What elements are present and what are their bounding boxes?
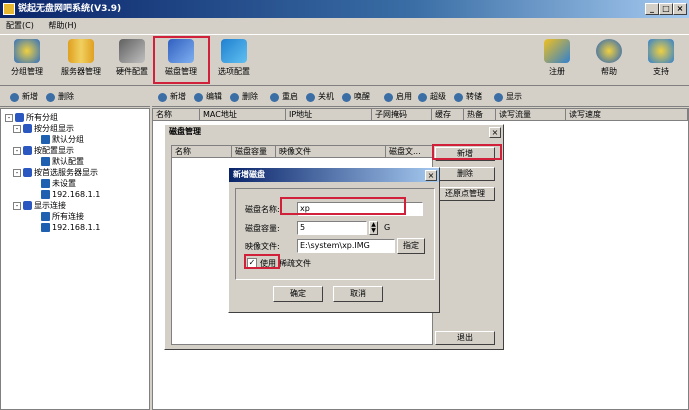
group-icon: [23, 124, 32, 133]
tree-leaf[interactable]: 默认配置: [41, 156, 84, 167]
toolbar-hardware-config[interactable]: 硬件配置: [112, 35, 152, 85]
hardware-icon: [119, 39, 145, 63]
image-file-input[interactable]: E:\system\xp.IMG: [297, 239, 395, 253]
enable-button[interactable]: 启用: [384, 87, 412, 107]
menu-help[interactable]: 帮助(H): [42, 18, 82, 34]
menu-config[interactable]: 配置(C): [0, 18, 40, 34]
sparse-label: 使用: [260, 259, 276, 268]
disk-col-header[interactable]: 磁盘文...: [386, 146, 434, 158]
new-disk-dialog: 新增磁盘 × 磁盘名称: xp 磁盘容量: 5 ▲ ▼ G 映像文件: E:\sy…: [228, 167, 440, 313]
dump-button[interactable]: 转储: [454, 87, 482, 107]
disk-size-input[interactable]: 5: [297, 221, 367, 235]
monitor-icon: [41, 212, 50, 221]
monitor-icon: [41, 190, 50, 199]
group-tree-panel: - 所有分组 - 按分组显示 默认分组 - 按配置显示 默认配置 - 按首选服务器显示 …: [0, 108, 150, 410]
right-edit-button[interactable]: 编辑: [194, 87, 222, 107]
toolbar-register[interactable]: 注册: [540, 35, 574, 85]
monitor-icon: [41, 179, 50, 188]
monitor-icon: [41, 135, 50, 144]
maximize-button[interactable]: □: [659, 3, 673, 15]
app-icon: [3, 3, 15, 15]
menu-bar: 配置(C) 帮助(H): [0, 18, 689, 34]
main-toolbar: 分组管理 服务器管理 硬件配置 磁盘管理 选项配置 注册 帮助 支持: [0, 34, 689, 86]
browse-button[interactable]: 指定: [397, 238, 425, 254]
tree-leaf[interactable]: 所有连接: [41, 211, 84, 222]
group-icon: [23, 201, 32, 210]
toolbar-help[interactable]: 帮助: [592, 35, 626, 85]
group-icon: [14, 39, 40, 63]
disk-add-button[interactable]: 新增: [435, 147, 495, 161]
window-title: 锐起无盘网吧系统(V3.9): [18, 4, 122, 14]
toolbar-disk-manage[interactable]: 磁盘管理: [158, 35, 204, 85]
disk-name-input[interactable]: xp: [297, 202, 423, 216]
window-title-bar: 锐起无盘网吧系统(V3.9): [0, 0, 689, 18]
minimize-button[interactable]: _: [645, 3, 659, 15]
toolbar-server-manage[interactable]: 服务器管理: [56, 35, 106, 85]
left-delete-button[interactable]: 删除: [46, 87, 74, 107]
ok-button[interactable]: 确定: [273, 286, 323, 302]
disk-dialog-close-button[interactable]: ×: [489, 127, 501, 138]
size-unit: G: [384, 223, 391, 232]
disk-size-label: 磁盘容量:: [245, 224, 280, 233]
col-header[interactable]: 热备: [464, 109, 496, 121]
disk-icon: [168, 39, 194, 63]
tree-node-config[interactable]: - 按配置显示: [13, 145, 74, 156]
cancel-button[interactable]: 取消: [333, 286, 383, 302]
col-header[interactable]: 读写速度: [566, 109, 688, 121]
disk-col-header[interactable]: 名称: [172, 146, 232, 158]
toolbar-support[interactable]: 支持: [644, 35, 678, 85]
new-disk-close-button[interactable]: ×: [425, 170, 437, 181]
toolbar-group-manage[interactable]: 分组管理: [6, 35, 48, 85]
right-action-bar: 新增 编辑 删除 重启 关机 唤醒 启用 超级 转储 显示: [152, 87, 689, 107]
sparse-checkbox[interactable]: ✓: [247, 258, 257, 268]
col-header[interactable]: IP地址: [286, 109, 372, 121]
disk-col-header[interactable]: 映像文件: [276, 146, 386, 158]
image-file-label: 映像文件:: [245, 242, 280, 251]
col-header[interactable]: 名称: [153, 109, 200, 121]
disk-delete-button[interactable]: 删除: [435, 167, 495, 181]
toolbar-option-config[interactable]: 选项配置: [212, 35, 256, 85]
register-icon: [544, 39, 570, 63]
monitor-icon: [41, 157, 50, 166]
tree-leaf[interactable]: 192.168.1.1: [41, 222, 100, 233]
wake-button[interactable]: 唤醒: [342, 87, 370, 107]
disk-dialog-title: 磁盘管理: [169, 127, 201, 136]
disk-col-header[interactable]: 磁盘容量: [232, 146, 276, 158]
sparse-label-2: 稀疏文件: [279, 259, 311, 268]
group-icon: [23, 168, 32, 177]
col-header[interactable]: 读写流量: [496, 109, 566, 121]
monitor-icon: [41, 223, 50, 232]
tree-node-connection[interactable]: - 显示连接: [13, 200, 66, 211]
tools-icon: [221, 39, 247, 63]
group-icon: [23, 146, 32, 155]
tree-leaf[interactable]: 192.168.1.1: [41, 189, 100, 200]
left-action-bar: 新增 删除: [0, 87, 150, 107]
server-icon: [68, 39, 94, 63]
super-button[interactable]: 超级: [418, 87, 446, 107]
col-header[interactable]: 缓存: [432, 109, 464, 121]
disk-name-label: 磁盘名称:: [245, 205, 280, 214]
reboot-button[interactable]: 重启: [270, 87, 298, 107]
tree-leaf[interactable]: 默认分组: [41, 134, 84, 145]
size-spinner[interactable]: ▲ ▼: [369, 221, 378, 235]
col-header[interactable]: MAC地址: [200, 109, 286, 121]
tree-leaf[interactable]: 未设置: [41, 178, 76, 189]
col-header[interactable]: 子网掩码: [372, 109, 432, 121]
tree-root[interactable]: - 所有分组: [5, 112, 58, 123]
new-disk-title: 新增磁盘: [229, 168, 439, 182]
restore-point-button[interactable]: 还原点管理: [435, 187, 495, 201]
group-icon: [15, 113, 24, 122]
shutdown-button[interactable]: 关机: [306, 87, 334, 107]
right-add-button[interactable]: 新增: [158, 87, 186, 107]
close-button[interactable]: ×: [673, 3, 687, 15]
exit-button[interactable]: 退出: [435, 331, 495, 345]
help-icon: [596, 39, 622, 63]
display-button[interactable]: 显示: [494, 87, 522, 107]
right-delete-button[interactable]: 删除: [230, 87, 258, 107]
tree-node-group[interactable]: - 按分组显示: [13, 123, 74, 134]
tree-node-server[interactable]: - 按首选服务器显示: [13, 167, 98, 178]
support-icon: [648, 39, 674, 63]
left-add-button[interactable]: 新增: [10, 87, 38, 107]
